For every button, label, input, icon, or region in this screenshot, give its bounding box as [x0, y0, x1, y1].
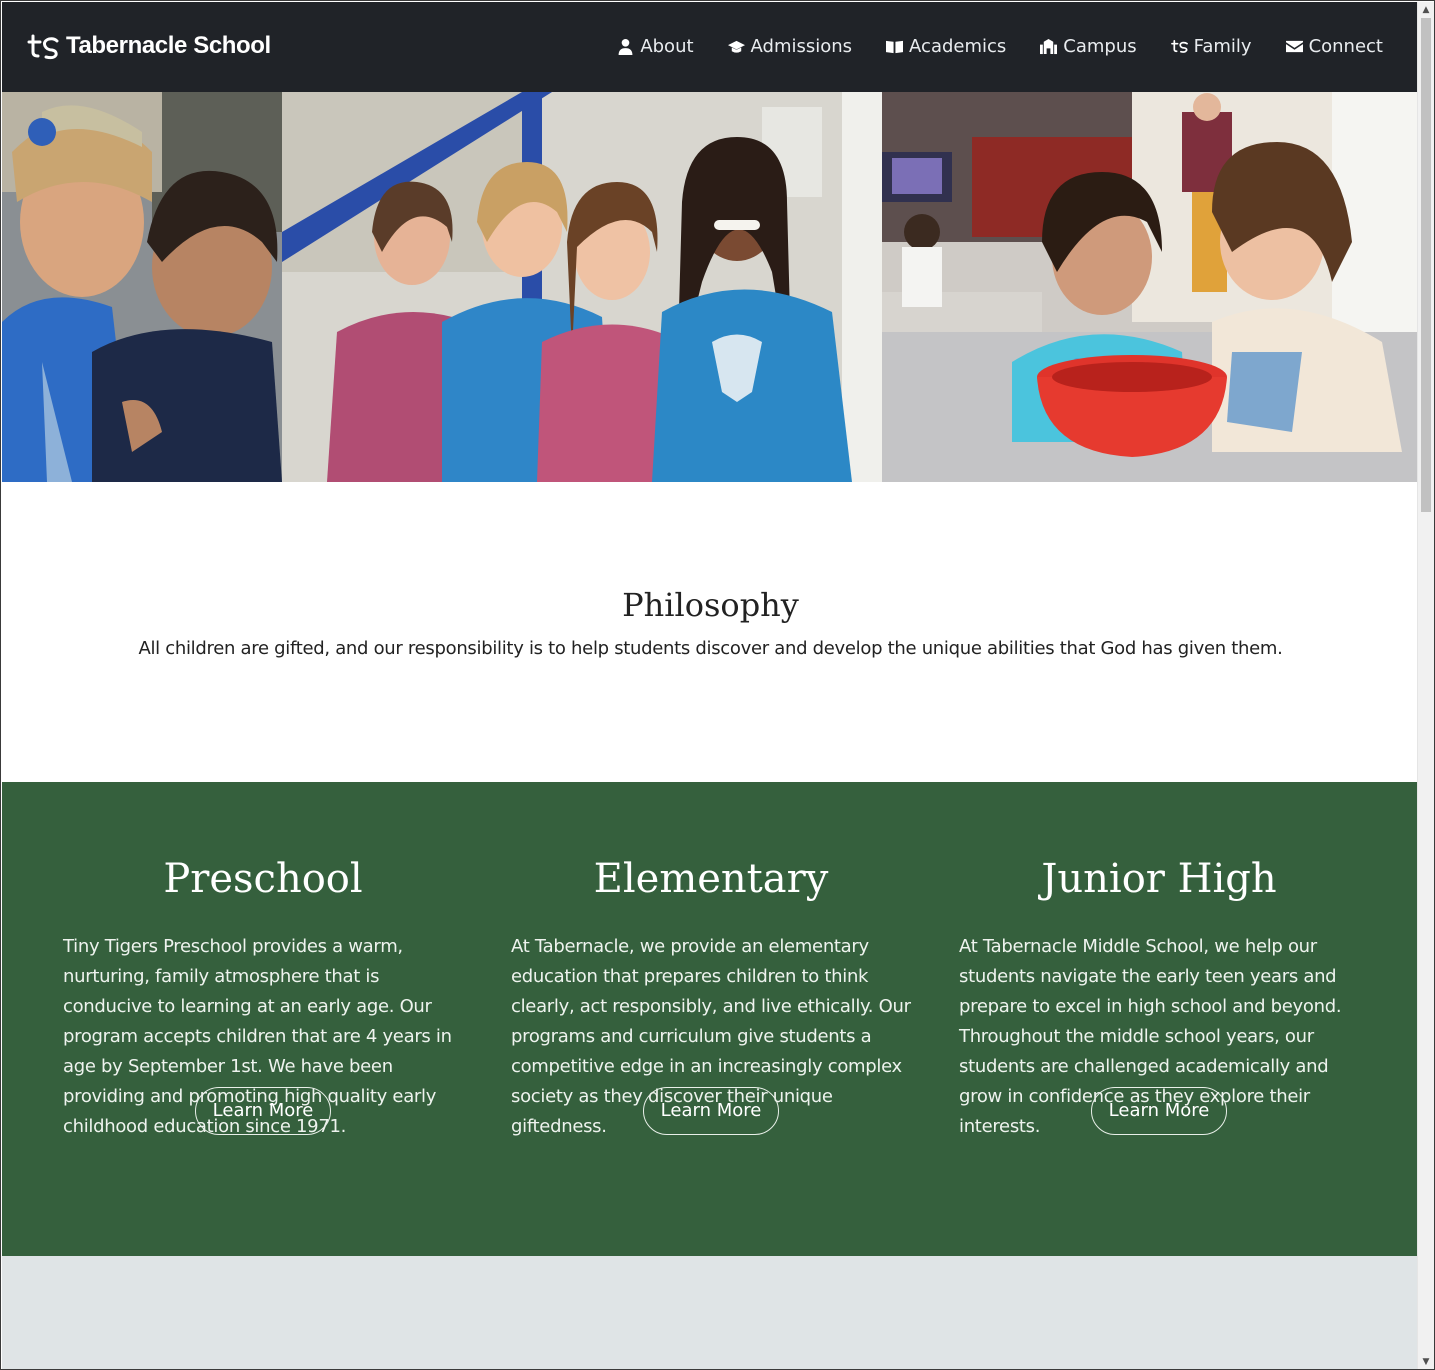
ts-logo-icon: [27, 34, 59, 60]
scrollbar-thumb[interactable]: [1421, 18, 1431, 512]
hero-photo-students-1: [2, 92, 282, 482]
learn-more-button-elementary[interactable]: Learn More: [643, 1087, 779, 1135]
brand-link[interactable]: Tabernacle School: [26, 32, 271, 60]
nav-item-academics[interactable]: Academics: [886, 36, 1006, 57]
ts-logo-icon: [1170, 39, 1188, 53]
nav-label-admissions: Admissions: [750, 36, 853, 57]
learn-more-button-preschool[interactable]: Learn More: [195, 1087, 331, 1135]
brand-name: Tabernacle School: [66, 32, 271, 59]
program-title-elementary: Elementary: [593, 856, 829, 902]
browser-viewport: Tabernacle School About Admissions Acade…: [0, 0, 1435, 1370]
navbar: Tabernacle School About Admissions Acade…: [2, 2, 1419, 92]
building-icon: [1040, 38, 1058, 55]
scroll-up-arrow-icon[interactable]: ▲: [1418, 2, 1434, 18]
hero-photo-preschool: [882, 92, 1419, 482]
nav-item-about[interactable]: About: [617, 36, 694, 57]
graduation-cap-icon: [727, 40, 745, 53]
program-title-junior-high: Junior High: [1041, 856, 1277, 902]
main-nav: About Admissions Academics Campus Family…: [583, 36, 1383, 57]
person-icon: [618, 38, 633, 55]
envelope-icon: [1285, 40, 1303, 53]
next-section: [2, 1256, 1419, 1369]
nav-item-admissions[interactable]: Admissions: [727, 36, 853, 57]
hero-photo-students-2: [282, 92, 882, 482]
programs-section: Preschool Tiny Tigers Preschool provides…: [2, 782, 1419, 1256]
philosophy-section: Philosophy All children are gifted, and …: [2, 482, 1419, 782]
nav-label-academics: Academics: [909, 36, 1007, 57]
nav-item-connect[interactable]: Connect: [1285, 36, 1383, 57]
nav-label-about: About: [640, 36, 694, 57]
nav-label-campus: Campus: [1063, 36, 1137, 57]
book-icon: [886, 40, 904, 54]
nav-label-family: Family: [1193, 36, 1252, 57]
nav-label-connect: Connect: [1308, 36, 1383, 57]
program-title-preschool: Preschool: [163, 856, 363, 902]
hero-banner: [2, 92, 1419, 482]
vertical-scrollbar[interactable]: ▲ ▼: [1417, 2, 1434, 1369]
learn-more-button-junior-high[interactable]: Learn More: [1091, 1087, 1227, 1135]
scroll-down-arrow-icon[interactable]: ▼: [1418, 1354, 1434, 1369]
nav-item-campus[interactable]: Campus: [1040, 36, 1137, 57]
philosophy-text: All children are gifted, and our respons…: [138, 638, 1283, 659]
philosophy-title: Philosophy: [622, 586, 799, 624]
nav-item-family[interactable]: Family: [1170, 36, 1252, 57]
